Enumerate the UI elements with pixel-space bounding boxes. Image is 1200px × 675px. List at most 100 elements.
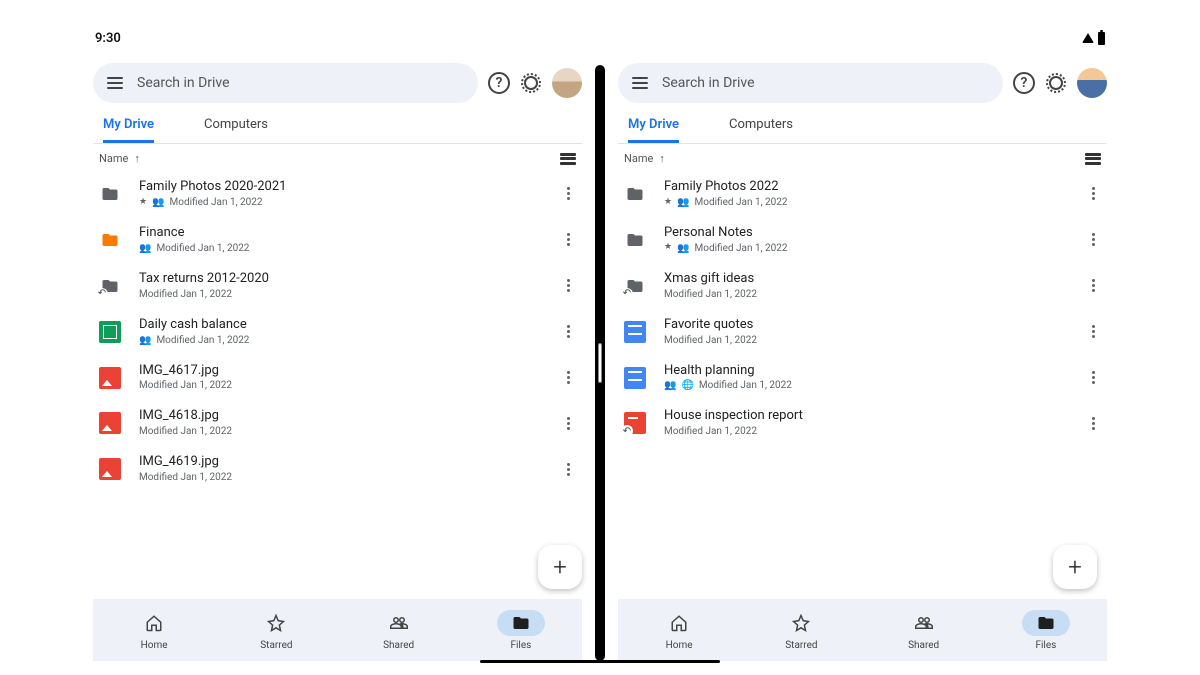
- search-bar[interactable]: Search in Drive: [93, 63, 478, 103]
- file-meta: 👥Modified Jan 1, 2022: [139, 334, 542, 347]
- file-row[interactable]: ↶House inspection reportModified Jan 1, …: [618, 400, 1107, 446]
- shortcut-badge-icon: ↶: [621, 425, 633, 437]
- file-meta: ★👥Modified Jan 1, 2022: [139, 196, 542, 209]
- nav-label: Shared: [383, 640, 414, 651]
- folder-dark-icon: [624, 183, 646, 205]
- tab-my-drive[interactable]: My Drive: [103, 117, 154, 143]
- nav-home[interactable]: Home: [639, 610, 719, 651]
- more-menu-icon[interactable]: [1085, 417, 1101, 430]
- split-view: Search in Drive ? My Drive Computers Nam…: [85, 55, 1115, 661]
- nav-home[interactable]: Home: [114, 610, 194, 651]
- column-name-label[interactable]: Name: [624, 152, 653, 165]
- shortcut-badge-icon: ↶: [96, 288, 108, 300]
- status-time: 9:30: [95, 31, 121, 46]
- file-row[interactable]: Favorite quotesModified Jan 1, 2022: [618, 309, 1107, 355]
- bottom-nav: Home Starred Shared Files: [93, 599, 582, 661]
- settings-icon[interactable]: [520, 72, 542, 94]
- search-placeholder: Search in Drive: [662, 75, 755, 91]
- file-meta: ★👥Modified Jan 1, 2022: [664, 196, 1067, 209]
- starred-icon: [777, 610, 825, 636]
- nav-shared[interactable]: Shared: [884, 610, 964, 651]
- status-indicators: [1082, 32, 1105, 45]
- search-bar[interactable]: Search in Drive: [618, 63, 1003, 103]
- tab-computers[interactable]: Computers: [204, 117, 268, 143]
- home-icon: [655, 610, 703, 636]
- avatar[interactable]: [1077, 68, 1107, 98]
- shared-icon: 👥: [139, 334, 151, 347]
- more-menu-icon[interactable]: [560, 463, 576, 476]
- view-toggle-icon[interactable]: [560, 153, 576, 165]
- view-toggle-icon[interactable]: [1085, 153, 1101, 165]
- file-row[interactable]: Health planning👥🌐Modified Jan 1, 2022: [618, 355, 1107, 401]
- help-icon[interactable]: ?: [488, 72, 510, 94]
- gesture-bar: [480, 660, 720, 663]
- shared-icon: 👥: [139, 242, 151, 255]
- avatar[interactable]: [552, 68, 582, 98]
- sort-asc-icon[interactable]: ↑: [134, 152, 140, 165]
- column-header: Name ↑: [93, 144, 582, 171]
- file-meta: Modified Jan 1, 2022: [664, 425, 1067, 438]
- column-name-label[interactable]: Name: [99, 152, 128, 165]
- star-icon: ★: [664, 242, 672, 254]
- shared-icon: 👥: [677, 242, 689, 255]
- file-row[interactable]: Family Photos 2022★👥Modified Jan 1, 2022: [618, 171, 1107, 217]
- more-menu-icon[interactable]: [560, 371, 576, 384]
- pane-left: Search in Drive ? My Drive Computers Nam…: [85, 55, 600, 661]
- image-icon: [99, 412, 121, 434]
- file-name: Personal Notes: [664, 225, 1067, 242]
- battery-icon: [1098, 32, 1105, 45]
- nav-files[interactable]: Files: [481, 610, 561, 651]
- file-row[interactable]: ↶Tax returns 2012-2020Modified Jan 1, 20…: [93, 263, 582, 309]
- fab-new[interactable]: +: [538, 545, 582, 589]
- file-name: Finance: [139, 225, 542, 242]
- file-row[interactable]: IMG_4618.jpgModified Jan 1, 2022: [93, 400, 582, 446]
- more-menu-icon[interactable]: [1085, 233, 1101, 246]
- file-meta: Modified Jan 1, 2022: [664, 334, 1067, 347]
- more-menu-icon[interactable]: [1085, 371, 1101, 384]
- tab-computers[interactable]: Computers: [729, 117, 793, 143]
- more-menu-icon[interactable]: [560, 187, 576, 200]
- file-row[interactable]: Personal Notes★👥Modified Jan 1, 2022: [618, 217, 1107, 263]
- nav-label: Shared: [908, 640, 939, 651]
- folder-dark-icon: [99, 183, 121, 205]
- more-menu-icon[interactable]: [1085, 325, 1101, 338]
- file-name: Health planning: [664, 363, 1067, 380]
- more-menu-icon[interactable]: [560, 279, 576, 292]
- file-meta: Modified Jan 1, 2022: [664, 288, 1067, 301]
- sort-asc-icon[interactable]: ↑: [659, 152, 665, 165]
- file-row[interactable]: Daily cash balance👥Modified Jan 1, 2022: [93, 309, 582, 355]
- shared-icon: [900, 610, 948, 636]
- menu-icon[interactable]: [107, 77, 123, 89]
- more-menu-icon[interactable]: [560, 417, 576, 430]
- starred-icon: [252, 610, 300, 636]
- nav-shared[interactable]: Shared: [359, 610, 439, 651]
- help-icon[interactable]: ?: [1013, 72, 1035, 94]
- menu-icon[interactable]: [632, 77, 648, 89]
- shared-icon: 👥: [152, 196, 164, 209]
- file-row[interactable]: Finance👥Modified Jan 1, 2022: [93, 217, 582, 263]
- more-menu-icon[interactable]: [1085, 279, 1101, 292]
- pane-right: Search in Drive ? My Drive Computers Nam…: [600, 55, 1115, 661]
- nav-files[interactable]: Files: [1006, 610, 1086, 651]
- file-name: Family Photos 2020-2021: [139, 179, 542, 196]
- file-row[interactable]: Family Photos 2020-2021★👥Modified Jan 1,…: [93, 171, 582, 217]
- file-meta: 👥🌐Modified Jan 1, 2022: [664, 379, 1067, 392]
- nav-starred[interactable]: Starred: [236, 610, 316, 651]
- file-row[interactable]: IMG_4619.jpgModified Jan 1, 2022: [93, 446, 582, 492]
- tab-my-drive[interactable]: My Drive: [628, 117, 679, 143]
- nav-starred[interactable]: Starred: [761, 610, 841, 651]
- file-row[interactable]: ↶Xmas gift ideasModified Jan 1, 2022: [618, 263, 1107, 309]
- fab-new[interactable]: +: [1053, 545, 1097, 589]
- wifi-icon: [1082, 33, 1094, 43]
- doc-icon: [624, 367, 646, 389]
- file-name: Family Photos 2022: [664, 179, 1067, 196]
- settings-icon[interactable]: [1045, 72, 1067, 94]
- more-menu-icon[interactable]: [1085, 187, 1101, 200]
- search-placeholder: Search in Drive: [137, 75, 230, 91]
- tabs: My Drive Computers: [93, 111, 582, 144]
- more-menu-icon[interactable]: [560, 233, 576, 246]
- shared-icon: 👥: [677, 196, 689, 209]
- image-icon: [99, 458, 121, 480]
- file-row[interactable]: IMG_4617.jpgModified Jan 1, 2022: [93, 355, 582, 401]
- more-menu-icon[interactable]: [560, 325, 576, 338]
